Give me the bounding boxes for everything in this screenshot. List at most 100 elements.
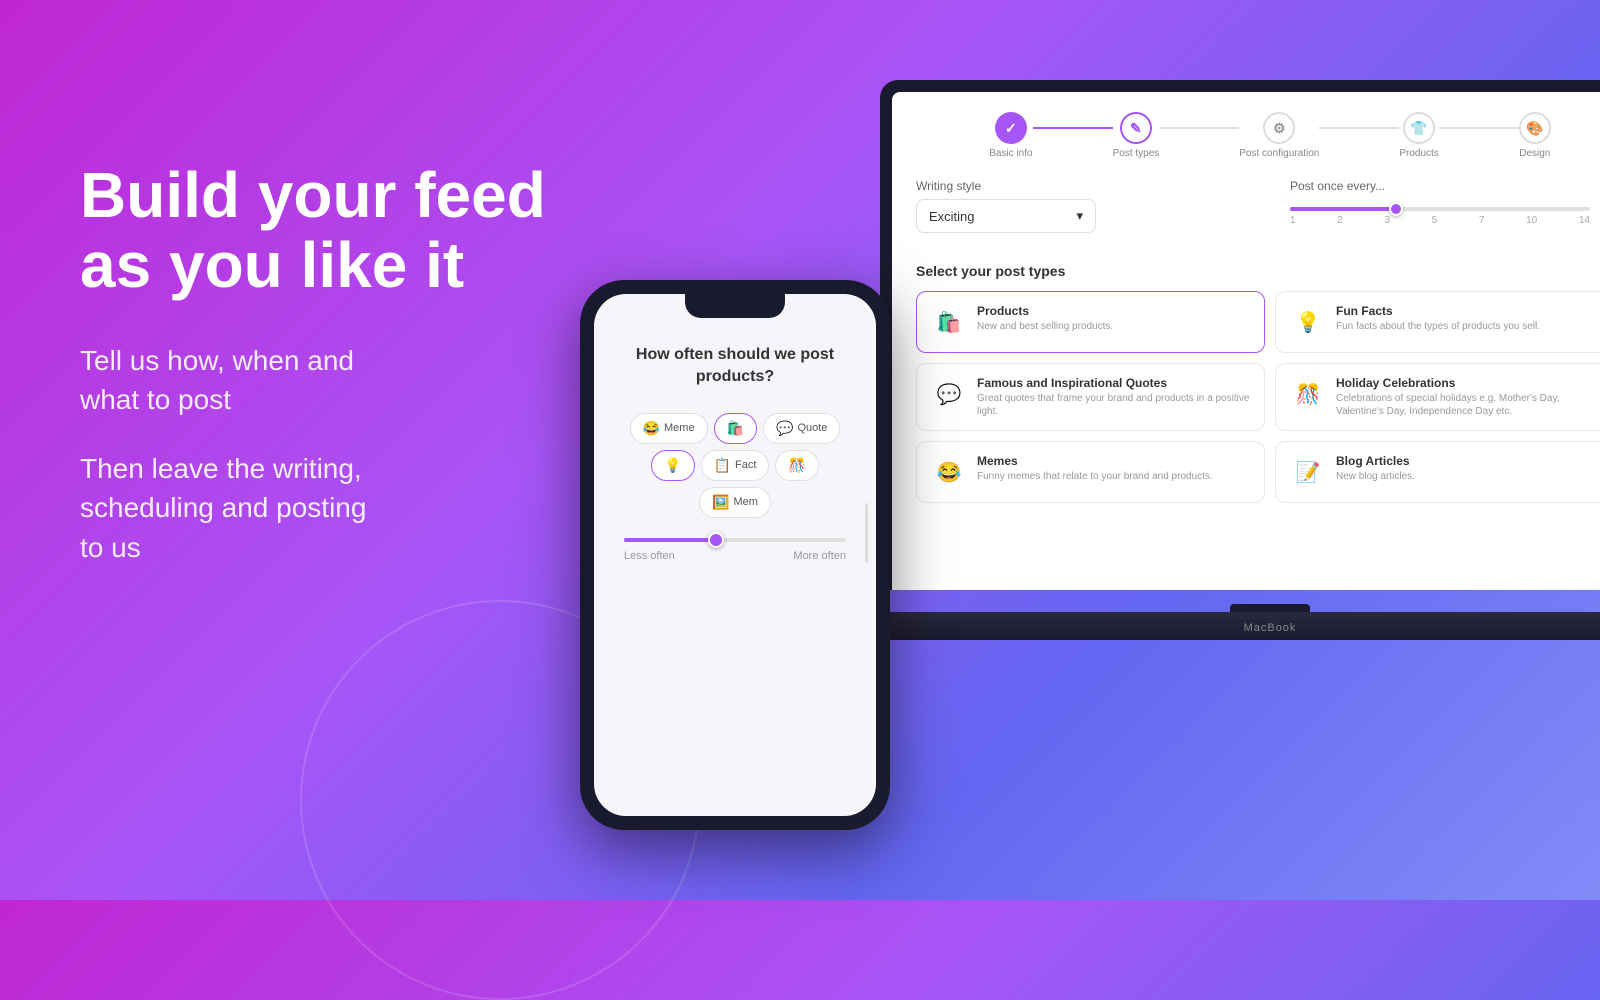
app-ui: ✓ Basic info ✎ Post types ⚙ Post configu… [892, 92, 1600, 590]
post-types-section-title: Select your post types [916, 263, 1600, 279]
post-frequency-fill [1290, 207, 1395, 211]
chip-meme2[interactable]: 🖼️ Mem [699, 487, 771, 518]
step-line-3 [1319, 127, 1399, 129]
post-type-memes[interactable]: 😂 Memes Funny memes that relate to your … [916, 441, 1265, 503]
laptop-container: ✓ Basic info ✎ Post types ⚙ Post configu… [880, 80, 1600, 640]
post-type-fun-facts[interactable]: 💡 Fun Facts Fun facts about the types of… [1275, 291, 1600, 353]
subtext2: what to post [80, 384, 231, 415]
step-label-basic-info: Basic info [989, 148, 1032, 159]
day-3: 3 [1384, 215, 1390, 226]
chip-holiday[interactable]: 🎊 [775, 450, 818, 481]
phone-content: How often should we post products? 😂 Mem… [594, 294, 876, 582]
day-5: 5 [1432, 215, 1438, 226]
post-type-blog[interactable]: 📝 Blog Articles New blog articles. [1275, 441, 1600, 503]
post-type-quotes-icon: 💬 [931, 376, 967, 412]
subtext5: scheduling and posting [80, 492, 366, 523]
laptop-notch [1230, 604, 1310, 612]
post-frequency-track[interactable] [1290, 207, 1590, 211]
post-type-quotes-name: Famous and Inspirational Quotes [977, 376, 1250, 390]
chip-products-icon: 🛍️ [727, 420, 744, 437]
post-type-products-info: Products New and best selling products. [977, 304, 1250, 333]
writing-style-value: Exciting [929, 209, 975, 224]
day-2: 2 [1337, 215, 1343, 226]
day-7: 7 [1479, 215, 1485, 226]
laptop-screen-inner: ✓ Basic info ✎ Post types ⚙ Post configu… [892, 92, 1600, 590]
post-type-fun-facts-icon: 💡 [1290, 304, 1326, 340]
phone-slider-fill [624, 538, 713, 542]
chip-quote-icon: 💬 [776, 420, 793, 437]
step-circle-post-config: ⚙ [1263, 112, 1295, 144]
phone-outer: How often should we post products? 😂 Mem… [580, 280, 890, 830]
slider-days: 1 2 3 5 7 10 14 [1290, 215, 1590, 226]
phone-slider-section: Less often More often [614, 538, 856, 562]
steps-bar: ✓ Basic info ✎ Post types ⚙ Post configu… [916, 112, 1600, 159]
post-type-holiday-info: Holiday Celebrations Celebrations of spe… [1336, 376, 1600, 418]
phone-slider-max: More often [793, 550, 846, 562]
day-10: 10 [1526, 215, 1537, 226]
post-frequency-group: Post once every... 1 2 3 5 7 [1290, 179, 1600, 247]
step-basic-info: ✓ Basic info [989, 112, 1032, 159]
post-frequency-thumb[interactable] [1389, 202, 1403, 216]
step-line-4 [1439, 127, 1519, 129]
post-frequency-label: Post once every... [1290, 179, 1600, 193]
subtext6: to us [80, 532, 141, 563]
left-section: Build your feed as you like it Tell us h… [80, 160, 660, 597]
step-label-post-config: Post configuration [1239, 148, 1319, 159]
post-type-products-icon: 🛍️ [931, 304, 967, 340]
chip-quote[interactable]: 💬 Quote [763, 413, 840, 444]
subtext1: Tell us how, when and [80, 345, 354, 376]
step-circle-post-types: ✎ [1120, 112, 1152, 144]
phone-notch [685, 294, 785, 318]
chip-quote-label: Quote [797, 422, 827, 434]
chip-facts[interactable]: 💡 [651, 450, 694, 481]
day-14: 14 [1579, 215, 1590, 226]
chip-fact[interactable]: 📋 Fact [701, 450, 770, 481]
post-type-memes-desc: Funny memes that relate to your brand an… [977, 470, 1250, 483]
post-type-blog-name: Blog Articles [1336, 454, 1600, 468]
post-type-holiday-icon: 🎊 [1290, 376, 1326, 412]
phone-question: How often should we post products? [614, 344, 856, 389]
chip-fact-label: Fact [735, 459, 756, 471]
step-post-config: ⚙ Post configuration [1239, 112, 1319, 159]
chip-meme2-icon: 🖼️ [712, 494, 729, 511]
post-type-products-name: Products [977, 304, 1250, 318]
step-circle-basic-info: ✓ [995, 112, 1027, 144]
phone-container: How often should we post products? 😂 Mem… [580, 280, 890, 830]
post-type-memes-info: Memes Funny memes that relate to your br… [977, 454, 1250, 483]
post-type-quotes[interactable]: 💬 Famous and Inspirational Quotes Great … [916, 363, 1265, 431]
post-type-fun-facts-desc: Fun facts about the types of products yo… [1336, 320, 1600, 333]
step-circle-design: 🎨 [1519, 112, 1551, 144]
step-line-2 [1159, 127, 1239, 129]
post-type-holiday[interactable]: 🎊 Holiday Celebrations Celebrations of s… [1275, 363, 1600, 431]
chip-meme[interactable]: 😂 Meme [630, 413, 708, 444]
subtext: Tell us how, when and what to post [80, 341, 660, 419]
chip-meme2-label: Mem [733, 496, 757, 508]
step-label-post-types: Post types [1113, 148, 1160, 159]
day-1: 1 [1290, 215, 1296, 226]
phone-chips: 😂 Meme 🛍️ 💬 Quote 💡 📋 F [614, 413, 856, 518]
step-label-products: Products [1399, 148, 1438, 159]
post-type-memes-icon: 😂 [931, 454, 967, 490]
laptop-base-label: MacBook [1244, 622, 1297, 634]
phone-slider-thumb[interactable] [708, 532, 724, 548]
post-type-quotes-info: Famous and Inspirational Quotes Great qu… [977, 376, 1250, 418]
phone-slider-track[interactable] [624, 538, 846, 542]
chip-facts-icon: 💡 [664, 457, 681, 474]
post-type-products-desc: New and best selling products. [977, 320, 1250, 333]
post-type-holiday-name: Holiday Celebrations [1336, 376, 1600, 390]
post-type-products[interactable]: 🛍️ Products New and best selling product… [916, 291, 1265, 353]
chip-holiday-icon: 🎊 [788, 457, 805, 474]
phone-slider-labels: Less often More often [624, 550, 846, 562]
phone-screen: How often should we post products? 😂 Mem… [594, 294, 876, 816]
writing-style-select[interactable]: Exciting ▾ [916, 199, 1096, 233]
post-type-fun-facts-name: Fun Facts [1336, 304, 1600, 318]
post-types-grid: 🛍️ Products New and best selling product… [916, 291, 1600, 503]
step-label-design: Design [1519, 148, 1550, 159]
chip-products[interactable]: 🛍️ [714, 413, 757, 444]
step-products: 👕 Products [1399, 112, 1438, 159]
phone-scroll-bar [865, 503, 868, 563]
chip-meme-icon: 😂 [643, 420, 660, 437]
headline-line1: Build your feed [80, 159, 546, 231]
step-line-1 [1033, 127, 1113, 129]
phone-slider-min: Less often [624, 550, 675, 562]
